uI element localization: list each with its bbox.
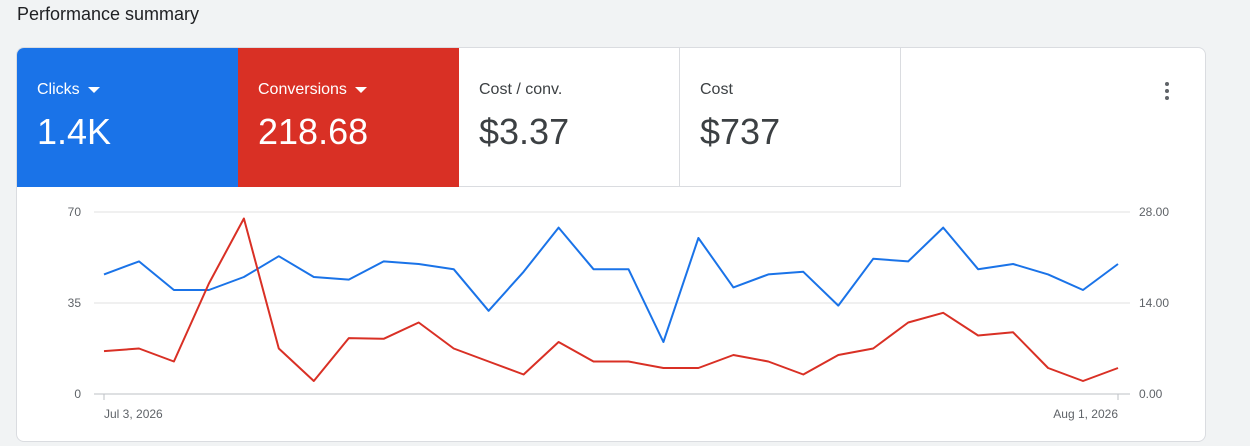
series-line-conversions [103,217,1119,382]
y-right-tick-label: 0.00 [1139,387,1163,401]
y-left-tick-label: 0 [74,387,81,401]
y-left-tick-label: 70 [68,205,82,219]
performance-chart: 0 35 70 0.00 14.00 28.00 Jul 3, 2026 Aug 1, 202… [68,205,1170,421]
series-line-clicks [103,226,1119,343]
y-right-tick-label: 14.00 [1139,296,1169,310]
x-tick-label: Aug 1, 2026 [1053,407,1118,421]
performance-card: Clicks 1.4K Conversions 218.68 Cost / co… [16,47,1206,442]
page-title: Performance summary [17,4,200,24]
y-right-tick-label: 28.00 [1139,205,1169,219]
y-left-tick-label: 35 [68,296,82,310]
x-tick-label: Jul 3, 2026 [104,407,163,421]
